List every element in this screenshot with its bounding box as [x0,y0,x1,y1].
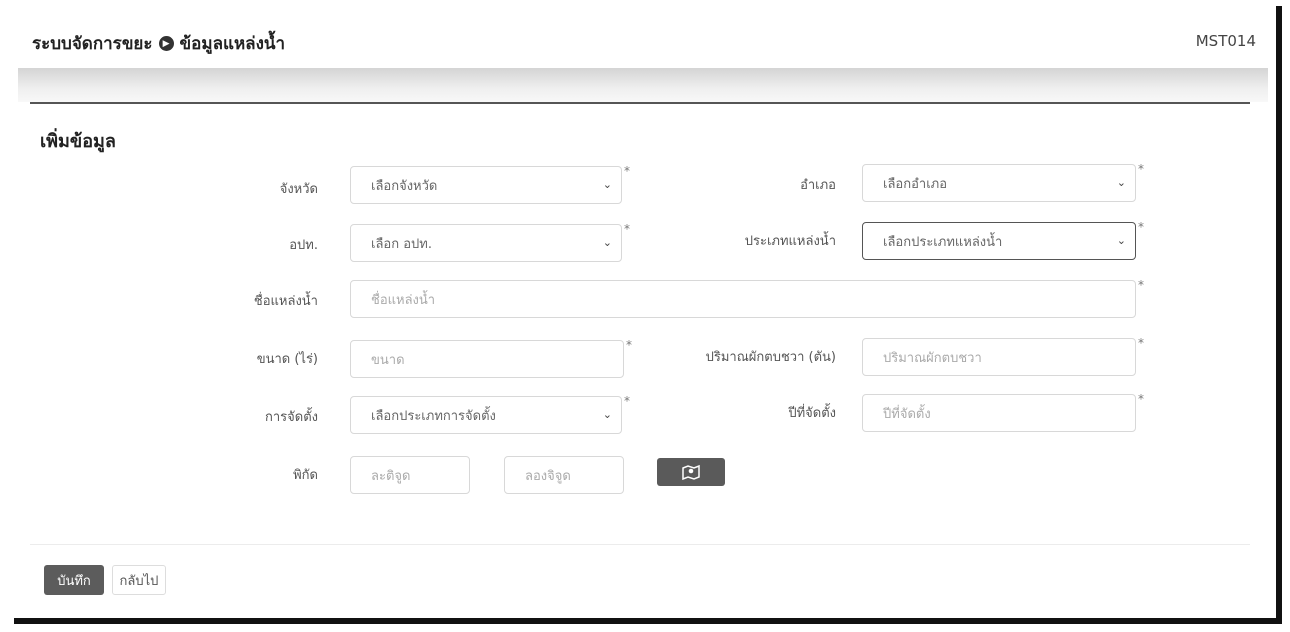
size-placeholder: ขนาด [371,352,405,368]
water-name-placeholder: ชื่อแหล่งน้ำ [371,292,436,308]
breadcrumb-current: ข้อมูลแหล่งน้ำ [179,34,286,54]
header-divider [18,68,1268,102]
water-type-label: ประเภทแหล่งน้ำ [744,234,836,249]
latitude-placeholder: ละติจูด [371,468,411,484]
province-select-value: เลือกจังหวัด [371,178,438,194]
year-placeholder: ปีที่จัดตั้ง [883,406,931,422]
breadcrumb-root[interactable]: ระบบจัดการขยะ [32,30,153,57]
latitude-input[interactable]: ละติจูด [350,456,470,494]
required-marker: * [624,394,630,408]
required-marker: * [626,338,632,352]
circle-arrow-icon: ▶ [158,36,174,51]
form-title: เพิ่มข้อมูล [40,131,116,152]
required-marker: * [624,222,630,236]
hyacinth-placeholder: ปริมาณผักตบชวา [883,350,982,366]
year-label: ปีที่จัดตั้ง [788,406,836,421]
management-select[interactable]: เลือกประเภทการจัดตั้ง ⌄ [350,396,622,434]
hyacinth-label: ปริมาณผักตบชวา (ตัน) [705,350,836,365]
required-marker: * [1138,336,1144,350]
management-select-value: เลือกประเภทการจัดตั้ง [371,408,496,424]
save-button[interactable]: บันทึก [44,565,104,595]
form-card: เพิ่มข้อมูล จังหวัด เลือกจังหวัด ⌄ * อำเ… [30,102,1250,618]
province-label: จังหวัด [279,182,318,197]
district-select[interactable]: เลือกอำเภอ ⌄ [862,164,1136,202]
breadcrumb: ระบบจัดการขยะ ▶ ข้อมูลแหล่งน้ำ [32,30,285,57]
required-marker: * [1138,162,1144,176]
required-marker: * [1138,220,1144,234]
chevron-down-icon: ⌄ [602,236,612,249]
province-select[interactable]: เลือกจังหวัด ⌄ [350,166,622,204]
water-type-select-value: เลือกประเภทแหล่งน้ำ [883,234,1003,250]
management-label: การจัดตั้ง [264,410,318,425]
longitude-input[interactable]: ลองจิจูด [504,456,624,494]
chevron-down-icon: ⌄ [602,178,612,191]
chevron-down-icon: ⌄ [602,408,612,421]
water-name-label: ชื่อแหล่งน้ำ [253,294,318,309]
lao-label: อปท. [289,238,318,253]
chevron-down-icon: ⌄ [1116,234,1126,247]
district-select-value: เลือกอำเภอ [883,176,948,192]
required-marker: * [624,164,630,178]
required-marker: * [1138,278,1144,292]
hyacinth-input[interactable]: ปริมาณผักตบชวา [862,338,1136,376]
lao-select-value: เลือก อปท. [371,236,432,252]
lao-select[interactable]: เลือก อปท. ⌄ [350,224,622,262]
water-name-input[interactable]: ชื่อแหล่งน้ำ [350,280,1136,318]
size-input[interactable]: ขนาด [350,340,624,378]
year-input[interactable]: ปีที่จัดตั้ง [862,394,1136,432]
page-header: ระบบจัดการขยะ ▶ ข้อมูลแหล่งน้ำ MST014 [18,14,1268,69]
coords-label: พิกัด [293,468,318,483]
required-marker: * [1138,392,1144,406]
water-type-select[interactable]: เลือกประเภทแหล่งน้ำ ⌄ [862,222,1136,260]
size-label: ขนาด (ไร่) [256,352,318,367]
back-button[interactable]: กลับไป [112,565,166,595]
footer-divider [30,544,1250,545]
chevron-down-icon: ⌄ [1116,176,1126,189]
map-marker-icon [682,464,700,480]
map-pick-button[interactable] [657,458,725,486]
district-label: อำเภอ [800,178,836,193]
page-code: MST014 [1195,32,1256,50]
longitude-placeholder: ลองจิจูด [525,468,571,484]
